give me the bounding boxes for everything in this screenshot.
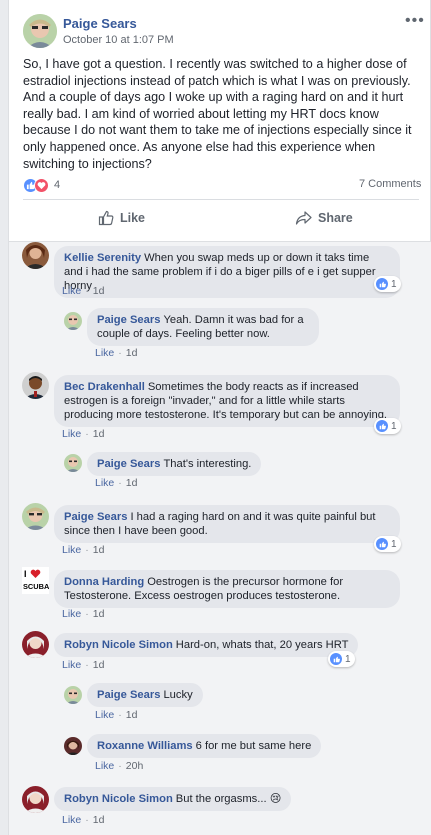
svg-text:I: I [24,569,27,579]
comment-text: But the orgasms... [175,793,267,805]
commenter-name[interactable]: Robyn Nicole Simon [64,639,173,651]
share-button-label: Share [318,211,353,225]
thumbs-up-icon [98,210,114,226]
comment-time[interactable]: 20h [126,760,144,772]
comment-text: 6 for me but same here [195,740,312,752]
commenter-name[interactable]: Roxanne Williams [97,740,193,752]
reply-bubble: Roxanne Williams 6 for me but same here [87,734,322,758]
post-author-name[interactable]: Paige Sears [63,16,137,31]
comment-meta: Like · 1d [62,814,105,826]
comment-reaction-badge[interactable]: 1 [374,276,401,292]
comments-section: Kellie Serenity When you swap meds up or … [8,242,431,835]
comment-meta: Like · 1d [62,428,105,440]
comment-time[interactable]: 1d [126,477,138,489]
commenter-name[interactable]: Bec Drakenhall [64,381,145,393]
comment-time[interactable]: 1d [126,347,138,359]
comment-like-link[interactable]: Like [95,347,114,359]
commenter-avatar[interactable]: I SCUBA [22,567,49,594]
comment-count-link[interactable]: 7 Comments [359,178,421,190]
comment-like-link[interactable]: Like [95,709,114,721]
scuba-logo-text: SCUBA [23,582,49,591]
comment-meta: Like · 1d [95,347,138,359]
crying-face-icon: 😢 [269,793,282,805]
commenter-name[interactable]: Paige Sears [97,458,160,470]
reaction-count: 1 [391,538,397,550]
comment-like-link[interactable]: Like [95,477,114,489]
comment-time[interactable]: 1d [93,428,105,440]
comment-bubble: Robyn Nicole Simon Hard-on, whats that, 2… [54,633,359,657]
like-reaction-icon [376,278,388,290]
comment-like-link[interactable]: Like [62,814,81,826]
reply-avatar[interactable] [64,454,82,472]
commenter-name[interactable]: Robyn Nicole Simon [64,793,173,805]
commenter-name[interactable]: Kellie Serenity [64,252,141,264]
comment-bubble: Paige Sears I had a raging hard on and it… [54,505,400,543]
post-author-avatar[interactable] [23,14,57,48]
commenter-avatar[interactable] [22,503,49,530]
comment-like-link[interactable]: Like [62,659,81,671]
comment-reaction-badge[interactable]: 1 [328,651,355,667]
comment-text: Hard-on, whats that, 20 years HRT [175,639,349,651]
comment-bubble: Donna Harding Oestrogen is the precursor … [54,570,400,608]
commenter-avatar[interactable] [22,786,49,813]
like-reaction-icon [376,538,388,550]
comment-time[interactable]: 1d [93,608,105,620]
comment-time[interactable]: 1d [126,709,138,721]
love-reaction-icon [34,177,49,193]
commenter-name[interactable]: Paige Sears [97,689,160,701]
comment-meta: Like · 1d [62,608,105,620]
reply-avatar[interactable] [64,737,82,755]
like-button[interactable]: Like [98,207,145,229]
like-reaction-icon [376,420,388,432]
reaction-count: 4 [54,179,61,191]
reply-bubble: Paige Sears That's interesting. [87,452,262,476]
comment-like-link[interactable]: Like [62,428,81,440]
like-button-label: Like [120,211,146,225]
comment-meta: Like · 1d [62,544,105,556]
reply-avatar[interactable] [64,686,82,704]
commenter-avatar[interactable] [22,242,49,269]
comment-like-link[interactable]: Like [95,760,114,772]
comment-time[interactable]: 1d [93,659,105,671]
commenter-avatar[interactable] [22,372,49,399]
comment-meta: Like · 1d [95,709,138,721]
comment-reaction-badge[interactable]: 1 [374,536,401,552]
comment-reaction-badge[interactable]: 1 [374,418,401,434]
post-reactions[interactable]: 4 [23,177,60,193]
comment-bubble: Bec Drakenhall Sometimes the body reacts … [54,375,400,427]
commenter-name[interactable]: Paige Sears [64,511,127,523]
reaction-count: 1 [391,278,397,290]
comment-time[interactable]: 1d [93,285,105,297]
post-body-text: So, I have got a question. I recently wa… [23,57,412,171]
reply-bubble: Paige Sears Yeah. Damn it was bad for a c… [87,308,319,346]
comment-like-link[interactable]: Like [62,544,81,556]
comment-like-link[interactable]: Like [62,608,81,620]
reaction-count: 1 [391,420,397,432]
comment-meta: Like · 1d [62,285,105,297]
post-timestamp[interactable]: October 10 at 1:07 PM [63,34,174,46]
comment-time[interactable]: 1d [93,814,105,826]
comment-like-link[interactable]: Like [62,285,81,297]
commenter-avatar[interactable] [22,631,49,658]
action-divider [23,199,419,200]
comment-meta: Like · 20h [95,760,144,772]
reply-bubble: Paige Sears Lucky [87,683,203,707]
commenter-name[interactable]: Paige Sears [97,314,160,326]
post-options-icon[interactable]: ••• [405,12,425,30]
share-button[interactable]: Share [295,207,353,229]
comment-text: Lucky [163,689,193,701]
comment-text: That's interesting. [163,458,252,470]
commenter-name[interactable]: Donna Harding [64,576,144,588]
reaction-count: 1 [345,653,351,665]
share-arrow-icon [295,211,312,225]
comment-time[interactable]: 1d [93,544,105,556]
comment-meta: Like · 1d [95,477,138,489]
comment-meta: Like · 1d [62,659,105,671]
comment-bubble: Robyn Nicole Simon But the orgasms... 😢 [54,787,292,811]
reply-avatar[interactable] [64,312,82,330]
post-card: Paige Sears October 10 at 1:07 PM ••• So… [8,0,431,242]
comment-bubble: Kellie Serenity When you swap meds up or … [54,246,400,298]
like-reaction-icon [330,653,342,665]
